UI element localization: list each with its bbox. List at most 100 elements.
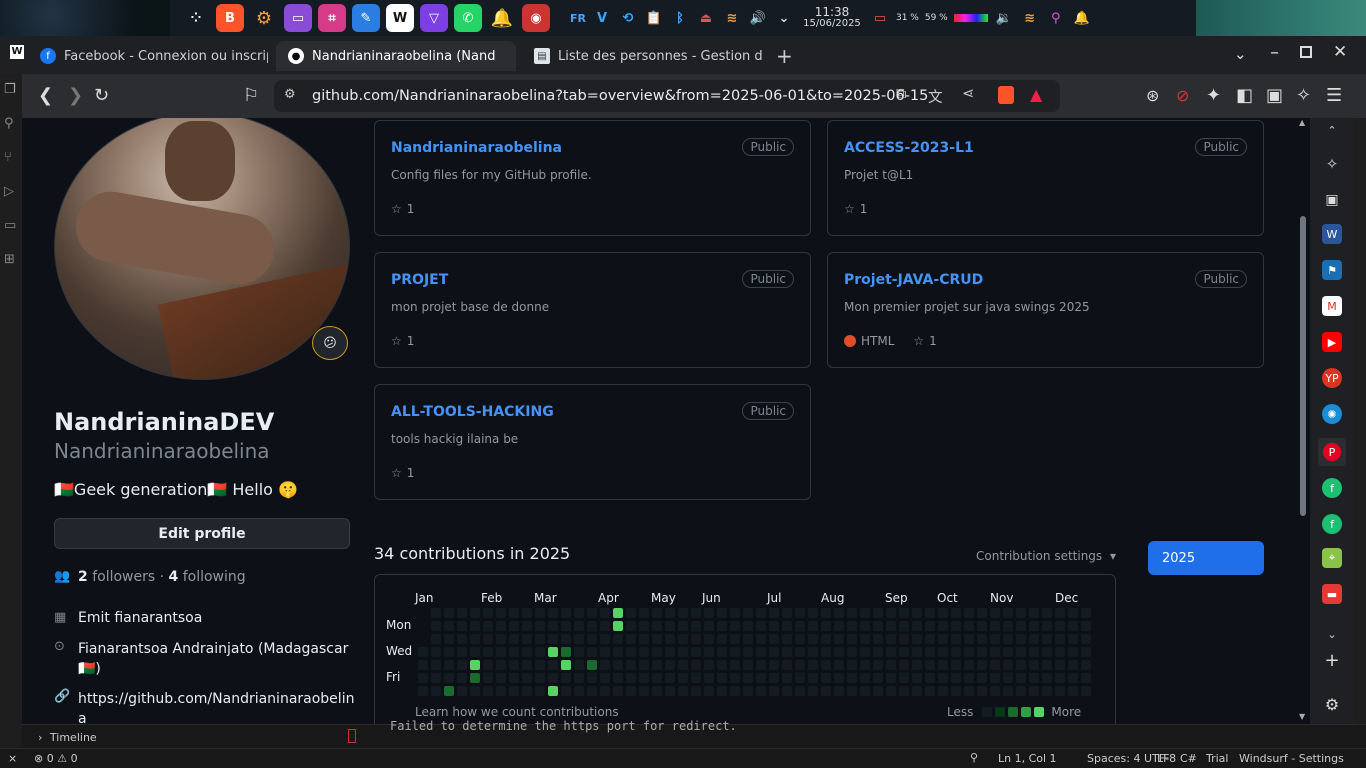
contribution-cell[interactable]: [509, 673, 519, 683]
contribution-cell[interactable]: [899, 647, 909, 657]
fiverr-icon-2[interactable]: f: [1322, 514, 1342, 534]
contribution-cell[interactable]: [1068, 673, 1078, 683]
contribution-cell[interactable]: [457, 647, 467, 657]
contribution-cell[interactable]: [951, 660, 961, 670]
contribution-cell[interactable]: [821, 673, 831, 683]
contribution-cell[interactable]: [847, 621, 857, 631]
contribution-cell[interactable]: [808, 647, 818, 657]
whatsapp-icon[interactable]: ✆: [454, 4, 482, 32]
problems-indicator[interactable]: ⊗ 0 ⚠ 0: [34, 752, 78, 765]
wallet-icon[interactable]: ▣: [1266, 86, 1283, 106]
contribution-cell[interactable]: [1068, 660, 1078, 670]
avatar[interactable]: [54, 118, 350, 380]
contribution-cell[interactable]: [951, 634, 961, 644]
contribution-cell[interactable]: [431, 660, 441, 670]
status-emoji-button[interactable]: 😕: [312, 326, 348, 360]
contribution-cell[interactable]: [743, 608, 753, 618]
contribution-cell[interactable]: [730, 608, 740, 618]
contribution-cell[interactable]: [1068, 621, 1078, 631]
contribution-cell[interactable]: [470, 608, 480, 618]
contribution-cell[interactable]: [925, 621, 935, 631]
contribution-cell[interactable]: [483, 686, 493, 696]
end-of-line[interactable]: LF: [1157, 752, 1169, 765]
contribution-cell[interactable]: [834, 673, 844, 683]
contribution-cell[interactable]: [691, 660, 701, 670]
contribution-cell[interactable]: [743, 621, 753, 631]
app-icon[interactable]: ▬: [1322, 584, 1342, 604]
wifi-tray-icon[interactable]: ≋: [1020, 4, 1040, 32]
contribution-cell[interactable]: [756, 647, 766, 657]
contribution-cell[interactable]: [795, 660, 805, 670]
contribution-cell[interactable]: [730, 621, 740, 631]
contribution-cell[interactable]: [1055, 673, 1065, 683]
contribution-cell[interactable]: [535, 608, 545, 618]
contribution-cell[interactable]: [496, 621, 506, 631]
address-bar[interactable]: ⚙ github.com/Nandrianinaraobelina?tab=ov…: [274, 80, 1060, 112]
star-icon[interactable]: ☆: [913, 334, 924, 348]
site-info-icon[interactable]: ⚙: [284, 87, 296, 102]
contribution-cell[interactable]: [548, 647, 558, 657]
contribution-cell[interactable]: [652, 634, 662, 644]
extensions-grid-icon[interactable]: ⊞: [4, 252, 15, 267]
contribution-cell[interactable]: [977, 608, 987, 618]
contribution-cell[interactable]: [522, 634, 532, 644]
contribution-cell[interactable]: [613, 608, 623, 618]
fiverr-icon[interactable]: f: [1322, 478, 1342, 498]
contribution-cell[interactable]: [730, 647, 740, 657]
contribution-cell[interactable]: [808, 608, 818, 618]
contribution-cell[interactable]: [483, 634, 493, 644]
contribution-cell[interactable]: [704, 673, 714, 683]
contribution-cell[interactable]: [691, 621, 701, 631]
contribution-cell[interactable]: [496, 686, 506, 696]
contribution-cell[interactable]: [886, 673, 896, 683]
contribution-cell[interactable]: [730, 673, 740, 683]
contribution-cell[interactable]: [964, 647, 974, 657]
contribution-cell[interactable]: [1016, 660, 1026, 670]
contribution-cell[interactable]: [587, 673, 597, 683]
contribution-cell[interactable]: [782, 660, 792, 670]
keyboard-layout[interactable]: FR: [570, 12, 586, 25]
leo-ai-sidebar-icon[interactable]: ✧: [1322, 154, 1342, 174]
contribution-cell[interactable]: [717, 634, 727, 644]
contribution-cell[interactable]: [574, 673, 584, 683]
contribution-cell[interactable]: [470, 660, 480, 670]
contribution-cell[interactable]: [912, 647, 922, 657]
followers-count[interactable]: 2: [78, 569, 88, 585]
contribution-cell[interactable]: [457, 673, 467, 683]
brave-menu-icon[interactable]: W: [10, 45, 24, 59]
clipboard-icon[interactable]: 📋: [644, 4, 664, 32]
contribution-cell[interactable]: [821, 634, 831, 644]
contribution-cell[interactable]: [860, 686, 870, 696]
contribution-cell[interactable]: [639, 660, 649, 670]
contribution-cell[interactable]: [639, 647, 649, 657]
contribution-cell[interactable]: [691, 686, 701, 696]
repo-stars[interactable]: ☆ 1: [844, 202, 867, 216]
contribution-cell[interactable]: [873, 673, 883, 683]
contribution-cell[interactable]: [704, 660, 714, 670]
contribution-cell[interactable]: [964, 686, 974, 696]
contribution-cell[interactable]: [483, 660, 493, 670]
contribution-cell[interactable]: [639, 634, 649, 644]
contribution-cell[interactable]: [561, 608, 571, 618]
contribution-cell[interactable]: [717, 647, 727, 657]
contribution-cell[interactable]: [639, 686, 649, 696]
website-link[interactable]: https://github.com/Nandrianinaraobelin: [78, 691, 354, 707]
contribution-cell[interactable]: [808, 621, 818, 631]
contribution-cell[interactable]: [847, 660, 857, 670]
contribution-cell[interactable]: [938, 660, 948, 670]
contribution-cell[interactable]: [600, 608, 610, 618]
contribution-cell[interactable]: [977, 621, 987, 631]
contribution-cell[interactable]: [964, 634, 974, 644]
contribution-cell[interactable]: [1042, 647, 1052, 657]
star-count[interactable]: 1: [929, 334, 937, 348]
search-icon[interactable]: ⚲: [4, 116, 14, 131]
contribution-cell[interactable]: [743, 634, 753, 644]
contribution-cell[interactable]: [860, 673, 870, 683]
contribution-cell[interactable]: [522, 647, 532, 657]
contribution-cell[interactable]: [808, 660, 818, 670]
contribution-cell[interactable]: [860, 621, 870, 631]
contribution-cell[interactable]: [769, 660, 779, 670]
contribution-cell[interactable]: [639, 608, 649, 618]
notification-bell-icon[interactable]: 🔔: [488, 4, 516, 32]
sidebar-settings-gear-icon[interactable]: ⚙: [1322, 694, 1342, 714]
